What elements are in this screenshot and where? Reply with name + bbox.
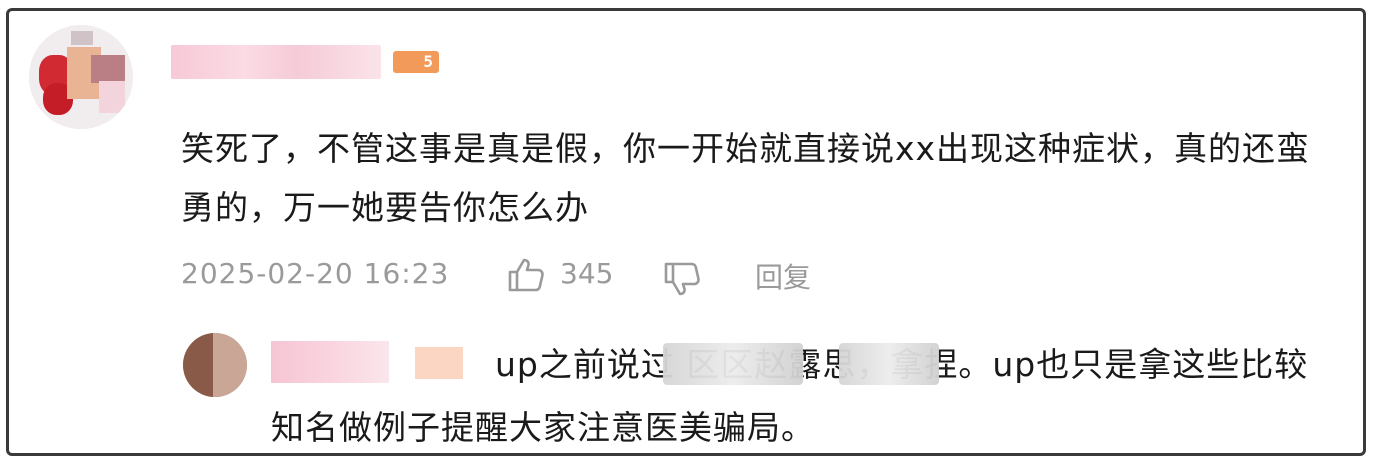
reply-level-badge xyxy=(415,347,463,379)
avatar[interactable] xyxy=(29,25,133,129)
username[interactable] xyxy=(171,45,381,79)
censor-blur xyxy=(839,343,939,385)
comment-timestamp: 2025-02-20 16:23 xyxy=(181,257,450,290)
comment-card: 5 笑死了，不管这事是真是假，你一开始就直接说xx出现这种症状，真的还蛮勇的，万… xyxy=(6,8,1366,456)
thumbs-down-icon[interactable] xyxy=(663,261,701,297)
censor-blur xyxy=(663,343,803,385)
reply-button[interactable]: 回复 xyxy=(755,255,811,301)
level-badge-text: 5 xyxy=(423,52,433,71)
thumbs-up-icon[interactable] xyxy=(507,257,545,293)
like-count: 345 xyxy=(560,257,614,290)
reply-avatar[interactable] xyxy=(183,333,247,397)
level-badge: 5 xyxy=(393,51,439,73)
comment-text: 笑死了，不管这事是真是假，你一开始就直接说xx出现这种症状，真的还蛮勇的，万一她… xyxy=(181,129,1311,227)
watermark xyxy=(999,421,1359,453)
reply-username[interactable] xyxy=(271,341,389,383)
